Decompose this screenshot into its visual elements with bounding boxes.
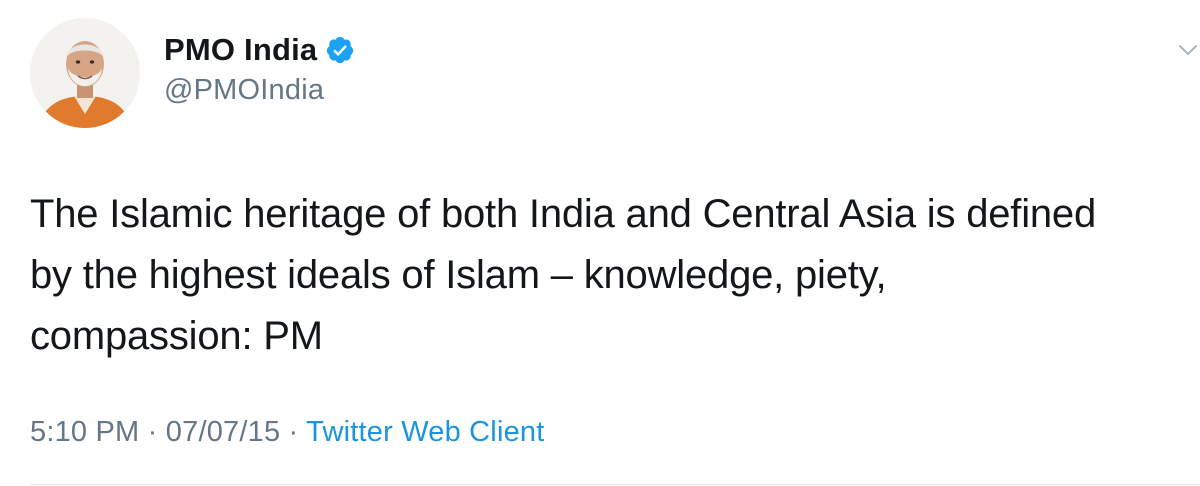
divider [30,484,1200,485]
author-name-row: PMO India [164,30,355,70]
tweet-time[interactable]: 5:10 PM [30,416,139,448]
meta-separator: · [280,416,307,448]
avatar-portrait-icon [30,18,140,128]
tweet-source-link[interactable]: Twitter Web Client [306,416,544,448]
meta-separator: · [139,416,166,448]
author-avatar[interactable] [30,18,140,128]
author-display-name[interactable]: PMO India [164,32,317,68]
author-handle[interactable]: @PMOIndia [164,74,355,107]
tweet-card: PMO India @PMOIndia The Islamic heritage… [0,0,1200,486]
tweet-date[interactable]: 07/07/15 [166,416,281,448]
verified-badge-icon [325,35,355,65]
tweet-meta: 5:10 PM · 07/07/15 · Twitter Web Client [30,416,545,449]
author-block: PMO India @PMOIndia [164,30,355,107]
tweet-text: The Islamic heritage of both India and C… [30,192,1097,358]
chevron-down-icon[interactable] [1176,38,1200,62]
